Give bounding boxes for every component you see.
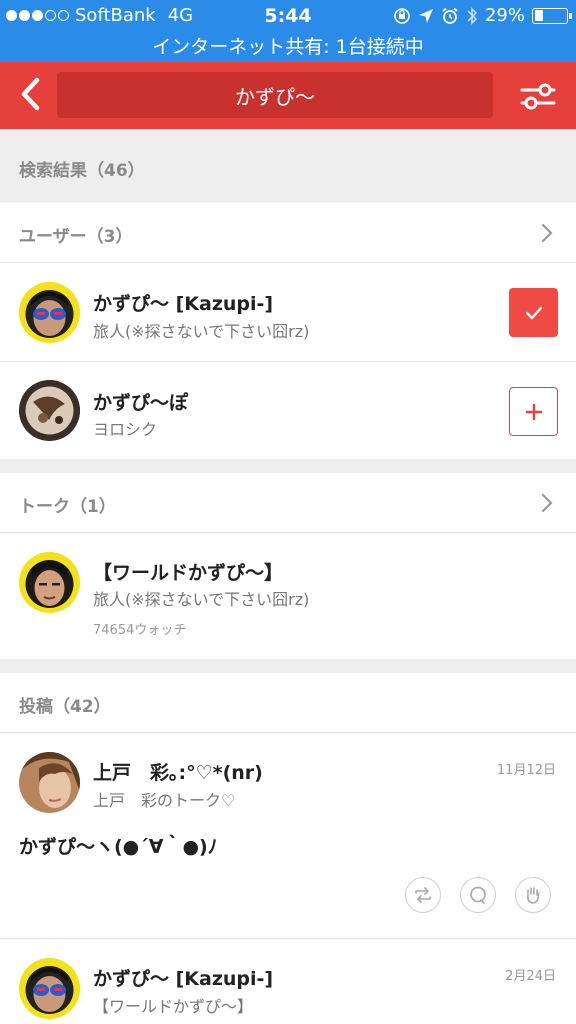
chevron-left-icon bbox=[21, 77, 40, 111]
search-query: かずぴ〜 bbox=[235, 84, 315, 109]
talks-section-title: トーク（1） bbox=[19, 497, 116, 517]
post-author-avatar bbox=[19, 752, 80, 813]
post-row[interactable]: 上戸 彩｡:°♡*(nr) 上戸 彩のトーク♡ 11月12日 かずぴ〜ヽ(●´∀… bbox=[0, 733, 576, 939]
users-section-header[interactable]: ユーザー（3） bbox=[0, 203, 576, 263]
tethering-banner[interactable]: インターネット共有: 1台接続中 bbox=[0, 32, 576, 59]
checkmark-icon bbox=[525, 306, 542, 319]
battery-percent: 29% bbox=[484, 5, 525, 26]
talk-title: 【ワールドかずぴ〜】 bbox=[93, 562, 284, 584]
repost-icon bbox=[415, 887, 431, 903]
users-section-title: ユーザー（3） bbox=[19, 227, 133, 247]
posts-section-title: 投稿（42） bbox=[19, 697, 111, 717]
post-talk-name: 【ワールドかずぴ〜】 bbox=[93, 997, 254, 1016]
user-avatar bbox=[19, 380, 80, 441]
results-count: 検索結果（46） bbox=[19, 161, 145, 181]
user-row[interactable]: かずぴ〜 [Kazupi-] 旅人(※探さないで下さい囧rz) bbox=[0, 263, 576, 362]
user-status: 旅人(※探さないで下さい囧rz) bbox=[93, 322, 310, 341]
battery-icon bbox=[532, 7, 572, 24]
post-author-avatar bbox=[19, 958, 80, 1019]
plus-icon bbox=[525, 403, 542, 420]
chevron-right-icon bbox=[541, 493, 553, 513]
comment-bubble-icon bbox=[470, 886, 486, 904]
sliders-icon bbox=[520, 83, 556, 110]
avatar-image bbox=[19, 958, 80, 1019]
following-button[interactable] bbox=[509, 288, 558, 337]
comment-button[interactable] bbox=[460, 877, 496, 913]
post-date: 2月24日 bbox=[505, 969, 556, 984]
high-five-button[interactable] bbox=[515, 877, 551, 913]
section-divider bbox=[0, 459, 576, 473]
post-author-name: 上戸 彩｡:°♡*(nr) bbox=[93, 762, 263, 784]
user-name: かずぴ〜 [Kazupi-] bbox=[93, 293, 274, 315]
back-button[interactable] bbox=[10, 74, 50, 114]
post-body: かずぴ〜ヽ(●´∀｀●)ﾉ bbox=[19, 836, 218, 858]
user-row[interactable]: かずぴ〜ぽ ヨロシク bbox=[0, 362, 576, 459]
hand-icon bbox=[527, 887, 540, 904]
talk-row[interactable]: 【ワールドかずぴ〜】 旅人(※探さないで下さい囧rz) 74654ウォッチ bbox=[0, 533, 576, 659]
location-arrow-icon bbox=[418, 8, 433, 23]
talk-watch-count: 74654ウォッチ bbox=[93, 623, 187, 638]
chevron-right-icon bbox=[541, 223, 553, 243]
filter-button[interactable] bbox=[518, 76, 558, 116]
nav-bar: かずぴ〜 bbox=[0, 62, 576, 129]
post-date: 11月12日 bbox=[496, 763, 556, 778]
search-input[interactable]: かずぴ〜 bbox=[57, 72, 493, 118]
alarm-icon bbox=[442, 7, 458, 24]
avatar-image bbox=[19, 282, 80, 343]
avatar-image bbox=[19, 552, 80, 613]
post-author-name: かずぴ〜 [Kazupi-] bbox=[93, 968, 274, 990]
repost-button[interactable] bbox=[405, 877, 441, 913]
results-header: 検索結果（46） bbox=[0, 129, 576, 203]
avatar-image bbox=[19, 380, 80, 441]
talk-description: 旅人(※探さないで下さい囧rz) bbox=[93, 590, 310, 609]
talk-avatar bbox=[19, 552, 80, 613]
user-name: かずぴ〜ぽ bbox=[93, 392, 189, 414]
posts-section-header[interactable]: 投稿（42） bbox=[0, 673, 576, 733]
bluetooth-icon bbox=[467, 6, 478, 25]
post-row[interactable]: かずぴ〜 [Kazupi-] 【ワールドかずぴ〜】 2月24日 bbox=[0, 939, 576, 1024]
follow-button[interactable] bbox=[509, 387, 558, 436]
status-bar: SoftBank 4G 5:44 29% インターネット共有: 1台接続中 bbox=[0, 0, 576, 62]
avatar-image bbox=[19, 752, 80, 813]
orientation-lock-icon bbox=[394, 7, 410, 24]
talks-section-header[interactable]: トーク（1） bbox=[0, 473, 576, 533]
post-talk-name: 上戸 彩のトーク♡ bbox=[93, 791, 236, 810]
section-divider bbox=[0, 659, 576, 673]
user-status: ヨロシク bbox=[93, 420, 158, 439]
user-avatar bbox=[19, 282, 80, 343]
